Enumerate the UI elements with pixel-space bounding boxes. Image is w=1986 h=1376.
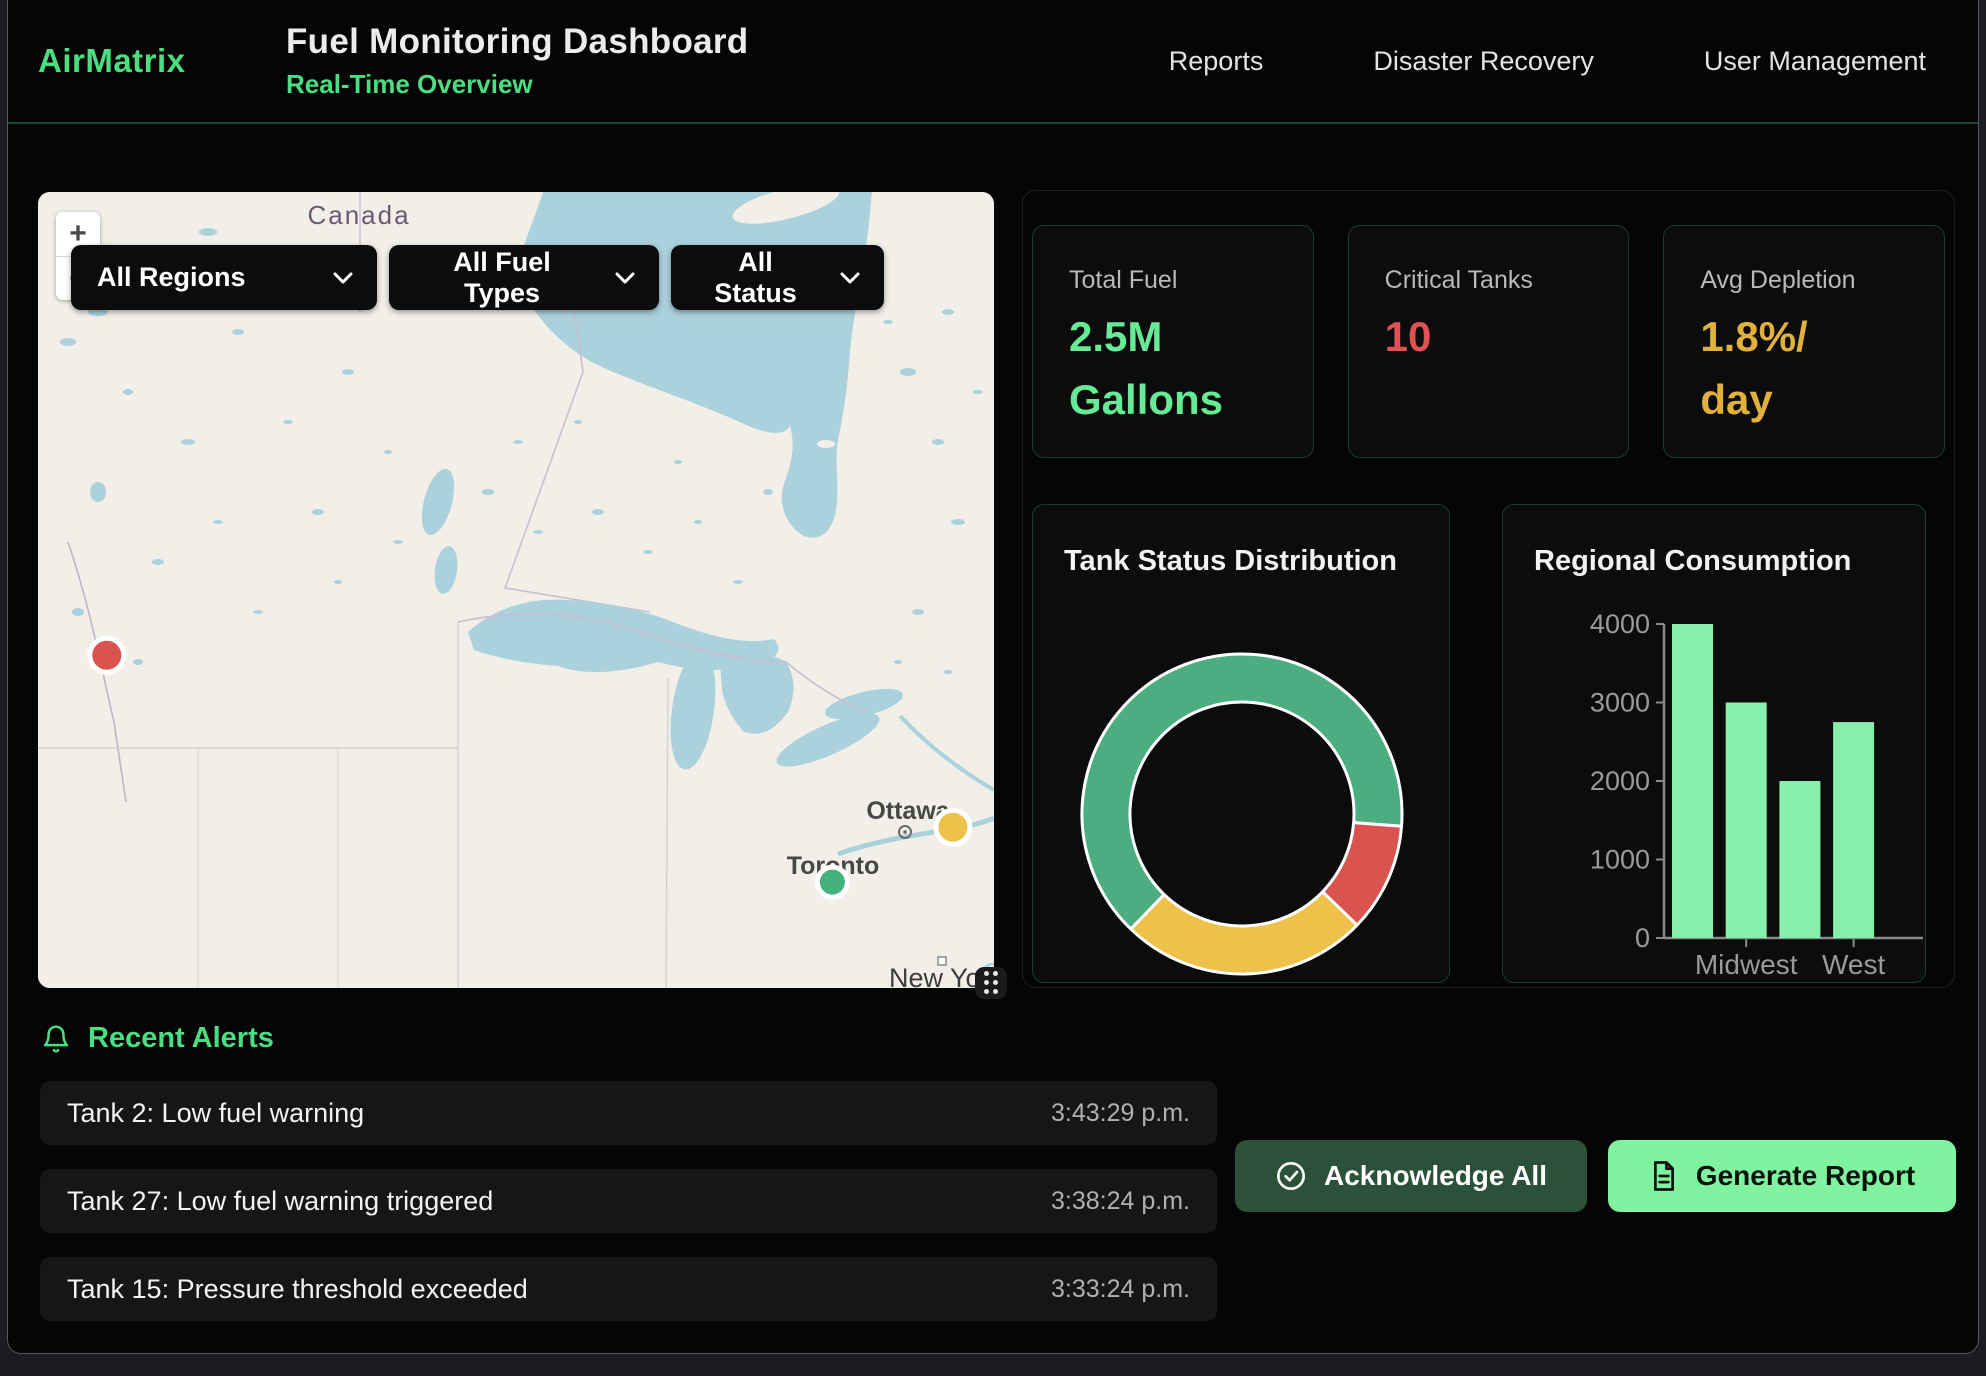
app-header: AirMatrix Fuel Monitoring Dashboard Real…	[8, 0, 1978, 124]
brand-logo: AirMatrix	[38, 42, 286, 80]
map-label-canada: Canada	[307, 200, 410, 230]
alert-timestamp: 3:33:24 p.m.	[1051, 1275, 1190, 1304]
dashboard-app: AirMatrix Fuel Monitoring Dashboard Real…	[7, 0, 1979, 1354]
normal-tank-marker[interactable]	[817, 867, 847, 897]
bar-region-1	[1672, 624, 1713, 938]
donut-segment-warning	[1131, 892, 1357, 974]
stat-value-avg-depletion: 1.8%/ day	[1700, 305, 1920, 431]
alert-timestamp: 3:43:29 p.m.	[1051, 1099, 1190, 1128]
map-canvas[interactable]: Canada Ottawa Toronto New York	[38, 192, 994, 988]
y-tick-label: 1000	[1590, 845, 1650, 875]
recent-alerts-heading: Recent Alerts	[88, 1022, 274, 1055]
generate-report-button[interactable]: Generate Report	[1608, 1140, 1956, 1212]
warning-tank-marker[interactable]	[936, 810, 970, 844]
ottawa-town-icon-dot	[903, 830, 907, 834]
file-text-icon	[1649, 1160, 1679, 1192]
chevron-down-icon	[333, 272, 353, 284]
tank-status-donut-chart	[1033, 505, 1451, 984]
page-title: Fuel Monitoring Dashboard	[286, 22, 748, 62]
critical-tank-marker[interactable]	[90, 638, 124, 672]
tank-status-chart-card: Tank Status Distribution	[1032, 504, 1450, 983]
bell-icon	[41, 1023, 71, 1055]
y-tick-label: 0	[1635, 923, 1650, 953]
chevron-down-icon	[840, 272, 860, 284]
y-tick-label: 4000	[1590, 609, 1650, 639]
alert-timestamp: 3:38:24 p.m.	[1051, 1187, 1190, 1216]
acknowledge-all-label: Acknowledge All	[1324, 1160, 1547, 1192]
map-label-layer: Canada Ottawa Toronto New York	[38, 192, 994, 988]
bar-Midwest	[1726, 703, 1767, 939]
alert-message: Tank 2: Low fuel warning	[67, 1098, 364, 1129]
stat-card-total-fuel: Total Fuel 2.5M Gallons	[1032, 225, 1314, 458]
region-filter-select[interactable]: All Regions	[71, 245, 377, 310]
chevron-down-icon	[615, 272, 635, 284]
y-tick-label: 2000	[1590, 766, 1650, 796]
x-tick-label: Midwest	[1695, 949, 1798, 980]
map-panel: Canada Ottawa Toronto New York + − All R…	[38, 192, 994, 988]
stat-label: Avg Depletion	[1700, 266, 1920, 295]
alert-row[interactable]: Tank 2: Low fuel warning 3:43:29 p.m.	[40, 1081, 1217, 1145]
regional-consumption-bar-chart: 0 1000 2000 3000 4000 Midwest West	[1503, 505, 1927, 984]
fuel-type-filter-select[interactable]: All Fuel Types	[389, 245, 659, 310]
stat-label: Total Fuel	[1069, 266, 1289, 295]
acknowledge-all-button[interactable]: Acknowledge All	[1235, 1140, 1587, 1212]
alert-row[interactable]: Tank 15: Pressure threshold exceeded 3:3…	[40, 1257, 1217, 1321]
stat-value-total-fuel: 2.5M Gallons	[1069, 305, 1289, 431]
map-resize-handle[interactable]	[975, 967, 1007, 999]
title-block: Fuel Monitoring Dashboard Real-Time Over…	[286, 22, 748, 100]
bar-West	[1833, 722, 1874, 938]
status-filter-select[interactable]: All Status	[671, 245, 884, 310]
status-filter-value: All Status	[697, 247, 814, 309]
check-circle-icon	[1275, 1160, 1307, 1192]
stat-label: Critical Tanks	[1385, 266, 1605, 295]
nav-item-disaster-recovery[interactable]: Disaster Recovery	[1373, 46, 1594, 77]
region-filter-value: All Regions	[97, 262, 246, 293]
stat-value-critical-tanks: 10	[1385, 305, 1605, 368]
x-tick-label: West	[1822, 949, 1885, 980]
alerts-list: Tank 2: Low fuel warning 3:43:29 p.m. Ta…	[40, 1081, 1217, 1321]
charts-row: Tank Status Distribution Regional Consum…	[1032, 504, 1945, 983]
recent-alerts-header: Recent Alerts	[41, 1022, 274, 1055]
regional-consumption-chart-card: Regional Consumption 01000200030004000Mi…	[1502, 504, 1926, 983]
y-tick-label: 3000	[1590, 688, 1650, 718]
main-nav: Reports Disaster Recovery User Managemen…	[1169, 46, 1926, 77]
nav-item-user-management[interactable]: User Management	[1704, 46, 1926, 77]
metrics-panel: Total Fuel 2.5M Gallons Critical Tanks 1…	[1022, 190, 1955, 988]
generate-report-label: Generate Report	[1696, 1160, 1915, 1192]
map-filters: All Regions All Fuel Types All Status	[71, 245, 884, 310]
page-subtitle: Real-Time Overview	[286, 69, 748, 100]
alert-message: Tank 15: Pressure threshold exceeded	[67, 1274, 528, 1305]
stat-card-critical-tanks: Critical Tanks 10	[1348, 225, 1630, 458]
alert-row[interactable]: Tank 27: Low fuel warning triggered 3:38…	[40, 1169, 1217, 1233]
nav-item-reports[interactable]: Reports	[1169, 46, 1264, 77]
alert-message: Tank 27: Low fuel warning triggered	[67, 1186, 493, 1217]
stats-row: Total Fuel 2.5M Gallons Critical Tanks 1…	[1032, 225, 1945, 458]
stat-card-avg-depletion: Avg Depletion 1.8%/ day	[1663, 225, 1945, 458]
bar-region-3	[1779, 781, 1820, 938]
fuel-type-filter-value: All Fuel Types	[415, 247, 589, 309]
